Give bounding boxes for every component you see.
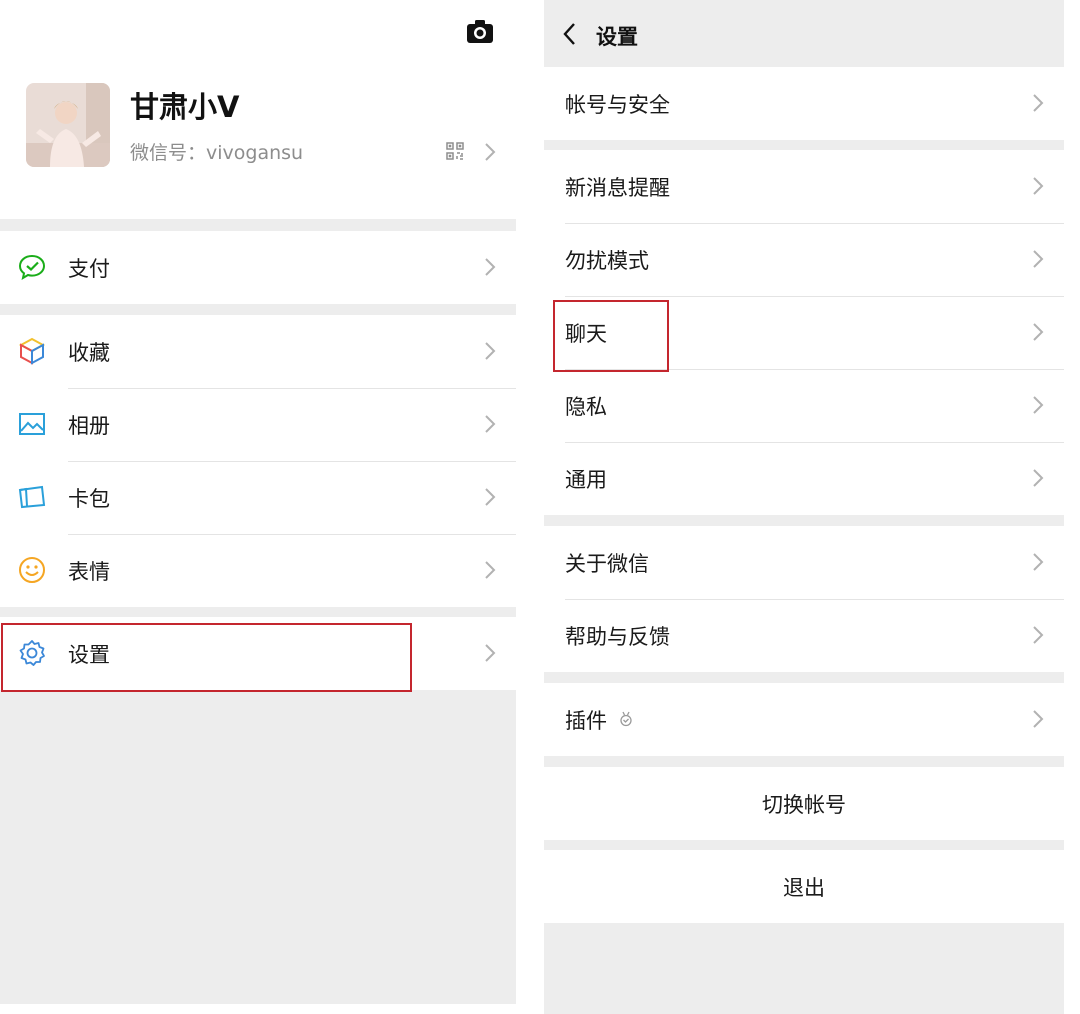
switch-account-button[interactable]: 切换帐号	[544, 767, 1064, 840]
chevron-right-icon	[1032, 552, 1044, 572]
chevron-right-icon	[484, 414, 496, 434]
settings-item-privacy[interactable]: 隐私	[544, 369, 1064, 442]
pay-group: 支付	[0, 231, 516, 304]
settings-item-label: 新消息提醒	[565, 176, 670, 200]
chevron-right-icon	[1032, 176, 1044, 196]
plugin-icon	[619, 711, 633, 727]
settings-item-label: 关于微信	[565, 552, 649, 576]
avatar[interactable]	[26, 83, 110, 167]
menu-item-label: 设置	[68, 643, 110, 667]
settings-item-plugins[interactable]: 插件	[544, 683, 1064, 756]
menu-item-album[interactable]: 相册	[0, 388, 516, 461]
favorites-cube-icon	[18, 337, 46, 365]
settings-item-label: 帐号与安全	[565, 93, 670, 117]
gear-icon	[18, 639, 46, 667]
settings-item-label: 帮助与反馈	[565, 625, 670, 649]
menu-item-label: 支付	[68, 257, 110, 281]
menu-item-label: 卡包	[68, 487, 110, 511]
chevron-right-icon	[484, 142, 496, 162]
album-icon	[18, 410, 46, 438]
settings-item-help-feedback[interactable]: 帮助与反馈	[544, 599, 1064, 672]
settings-item-general[interactable]: 通用	[544, 442, 1064, 515]
chevron-right-icon	[1032, 93, 1044, 113]
switch-account-label: 切换帐号	[762, 793, 846, 817]
menu-item-pay[interactable]: 支付	[0, 231, 516, 304]
settings-item-chat[interactable]: 聊天	[544, 296, 1064, 369]
chevron-right-icon	[484, 643, 496, 663]
chevron-right-icon	[1032, 395, 1044, 415]
menu-item-label: 相册	[68, 414, 110, 438]
card-wallet-icon	[18, 483, 46, 511]
camera-icon[interactable]	[466, 18, 494, 44]
general-group: 新消息提醒 勿扰模式 聊天 隐私 通用	[544, 150, 1064, 515]
settings-group: 设置	[0, 617, 516, 690]
menu-item-favorites[interactable]: 收藏	[0, 315, 516, 388]
about-group: 关于微信 帮助与反馈	[544, 526, 1064, 672]
logout-button[interactable]: 退出	[544, 850, 1064, 923]
menu-item-cards[interactable]: 卡包	[0, 461, 516, 534]
nav-bar: 设置	[544, 0, 1064, 67]
chevron-right-icon	[1032, 468, 1044, 488]
menu-item-stickers[interactable]: 表情	[0, 534, 516, 607]
qr-code-icon[interactable]	[446, 142, 464, 160]
chevron-right-icon	[1032, 249, 1044, 269]
settings-item-notifications[interactable]: 新消息提醒	[544, 150, 1064, 223]
chevron-right-icon	[1032, 625, 1044, 645]
page-title: 设置	[596, 25, 638, 49]
wechat-id: 微信号：vivogansu	[130, 142, 304, 164]
chevron-right-icon	[1032, 709, 1044, 729]
menu-item-label: 表情	[68, 560, 110, 584]
settings-page-panel: 设置 帐号与安全 新消息提醒 勿扰模式 聊天 隐私 通用 关于微信 帮助与反馈 …	[544, 0, 1064, 1014]
chevron-right-icon	[484, 341, 496, 361]
me-tab-panel: 甘肃小V 微信号：vivogansu 支付 收藏 相册 卡包 表情 设置	[0, 0, 516, 1004]
chevron-right-icon	[484, 560, 496, 580]
settings-item-label: 插件	[565, 709, 607, 733]
chevron-right-icon	[484, 487, 496, 507]
menu-item-label: 收藏	[68, 341, 110, 365]
logout-label: 退出	[783, 876, 825, 900]
plugins-group: 插件	[544, 683, 1064, 756]
settings-item-label: 勿扰模式	[565, 249, 649, 273]
profile-name: 甘肃小V	[130, 90, 240, 124]
wechat-pay-icon	[18, 253, 46, 281]
settings-item-account-security[interactable]: 帐号与安全	[544, 67, 1064, 140]
profile-header[interactable]: 甘肃小V 微信号：vivogansu	[0, 0, 516, 219]
menu-item-settings[interactable]: 设置	[0, 617, 516, 690]
services-group: 收藏 相册 卡包 表情	[0, 315, 516, 607]
settings-item-about[interactable]: 关于微信	[544, 526, 1064, 599]
chevron-right-icon	[1032, 322, 1044, 342]
settings-item-do-not-disturb[interactable]: 勿扰模式	[544, 223, 1064, 296]
settings-item-label: 聊天	[565, 322, 607, 346]
settings-item-label: 通用	[565, 468, 607, 492]
emoji-icon	[18, 556, 46, 584]
back-arrow-icon[interactable]	[562, 22, 576, 46]
account-group: 帐号与安全	[544, 67, 1064, 140]
chevron-right-icon	[484, 257, 496, 277]
settings-item-label: 隐私	[565, 395, 607, 419]
